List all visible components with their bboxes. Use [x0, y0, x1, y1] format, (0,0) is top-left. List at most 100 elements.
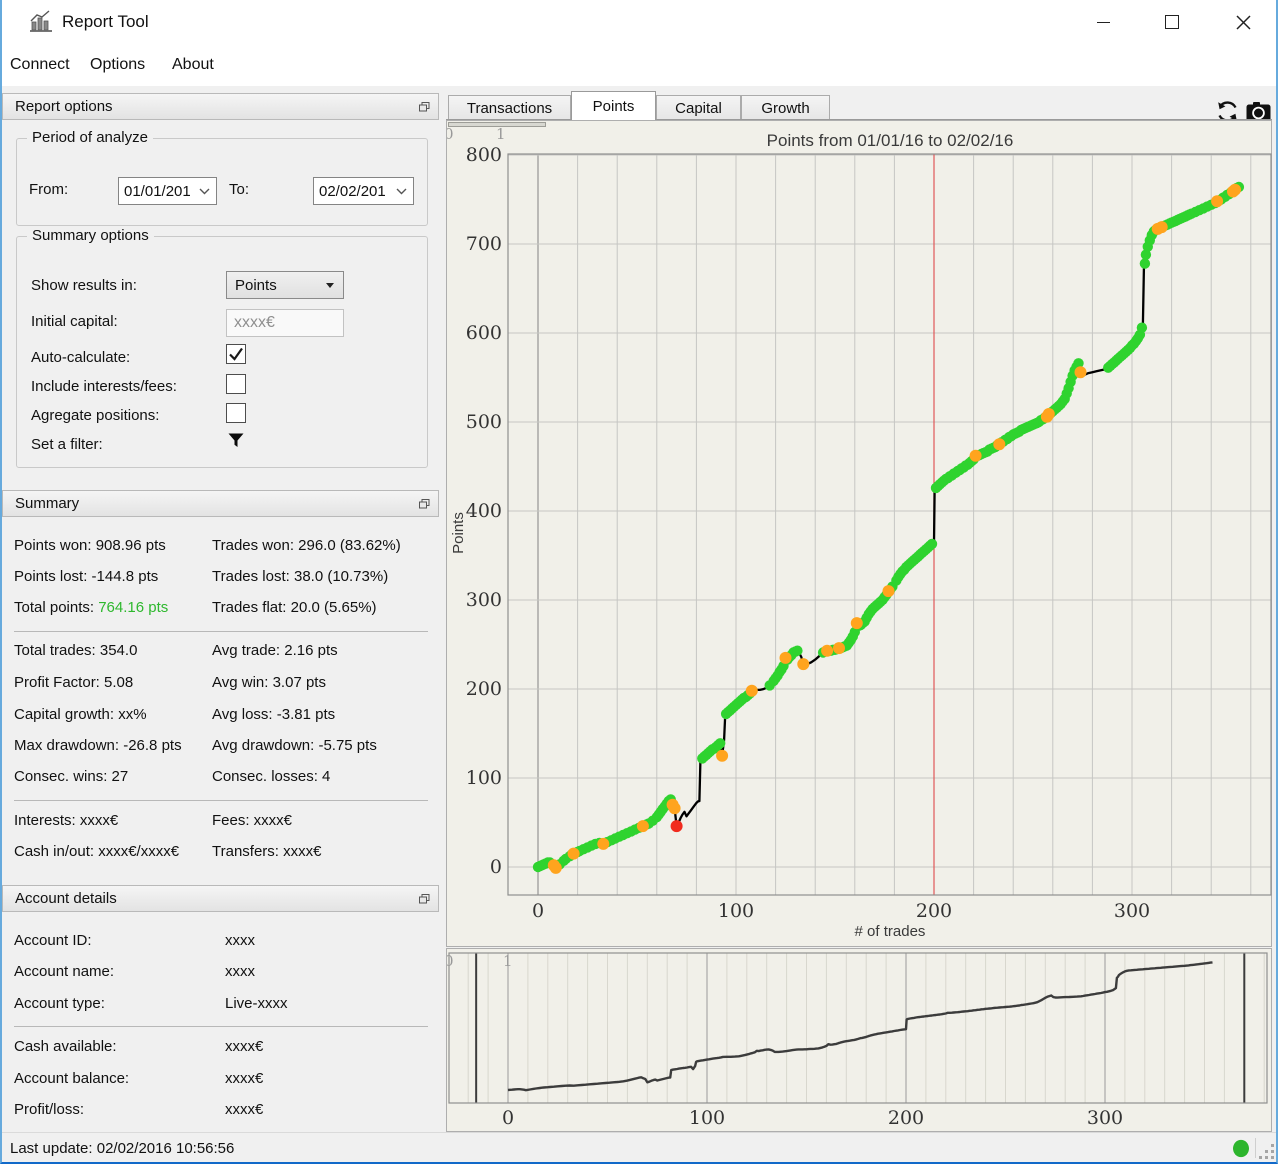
cash-inout-stat: Cash in/out: xxxx€/xxxx€	[14, 843, 180, 860]
trades-won-stat: Trades won: 296.0 (83.62%)	[212, 537, 401, 554]
points-won-stat: Points won: 908.96 pts	[14, 537, 166, 554]
avg-drawdown-stat: Avg drawdown: -5.75 pts	[212, 737, 377, 754]
svg-text:800: 800	[466, 144, 502, 166]
cash-available-label: Cash available:	[14, 1038, 117, 1055]
statusbar-separator	[1255, 1138, 1256, 1158]
aggregate-positions-checkbox[interactable]	[226, 403, 246, 423]
initial-capital-value: xxxx€	[234, 314, 275, 331]
points-chart-pane[interactable]: 0 100 200 300 400 500 600 700 800 0 100 200 300 Point…	[446, 120, 1272, 947]
avg-loss-stat: Avg loss: -3.81 pts	[212, 706, 336, 723]
dropdown-arrow-icon	[326, 282, 334, 288]
account-details-header: Account details	[2, 885, 439, 912]
overview-chart-pane[interactable]: 0 100 200 300 0 1	[446, 948, 1272, 1132]
report-options-header: Report options	[2, 93, 439, 120]
tab-transactions[interactable]: Transactions	[448, 95, 571, 120]
account-id-value: xxxx	[225, 932, 255, 949]
maximize-button[interactable]	[1149, 2, 1195, 42]
svg-text:0: 0	[502, 1107, 514, 1129]
initial-capital-label: Initial capital:	[31, 313, 118, 330]
total-points-value: 764.16 pts	[98, 599, 169, 616]
from-date-value: 01/01/201	[124, 182, 191, 200]
window-title: Report Tool	[62, 12, 149, 31]
consec-wins-stat: Consec. wins: 27	[14, 768, 129, 785]
chevron-down-icon	[199, 188, 210, 195]
trades-lost-stat: Trades lost: 38.0 (10.73%)	[212, 568, 389, 585]
auto-calculate-checkbox[interactable]	[226, 344, 246, 364]
consec-losses-stat: Consec. losses: 4	[212, 768, 331, 785]
trades-flat-stat: Trades flat: 20.0 (5.65%)	[212, 599, 377, 616]
svg-text:500: 500	[466, 411, 502, 433]
tab-points[interactable]: Points	[571, 91, 656, 120]
svg-text:0: 0	[490, 856, 502, 878]
svg-text:# of trades: # of trades	[855, 923, 926, 940]
points-lost-stat: Points lost: -144.8 pts	[14, 568, 159, 585]
account-balance-label: Account balance:	[14, 1070, 130, 1087]
from-date-combobox[interactable]: 01/01/201	[118, 177, 217, 205]
collapsed-splitter-handle[interactable]	[448, 122, 546, 127]
report-options-title: Report options	[15, 98, 113, 115]
to-date-value: 02/02/201	[319, 182, 386, 200]
statusbar: Last update: 02/02/2016 10:56:56	[0, 1132, 1278, 1164]
auto-calculate-label: Auto-calculate:	[31, 349, 131, 366]
to-date-combobox[interactable]: 02/02/201	[313, 177, 414, 205]
maximize-icon	[1165, 15, 1179, 29]
summary-header: Summary	[2, 490, 439, 517]
transfers-stat: Transfers: xxxx€	[212, 843, 322, 860]
account-balance-value: xxxx€	[225, 1070, 264, 1087]
max-drawdown-stat: Max drawdown: -26.8 pts	[14, 737, 182, 754]
tab-growth[interactable]: Growth	[741, 95, 830, 120]
show-results-value: Points	[235, 276, 277, 294]
svg-text:1: 1	[496, 125, 506, 143]
menu-connect[interactable]: Connect	[4, 50, 76, 80]
menu-about[interactable]: About	[166, 50, 220, 80]
tab-capital[interactable]: Capital	[656, 95, 741, 120]
svg-text:Points: Points	[450, 512, 467, 554]
account-type-value: Live-xxxx	[225, 995, 288, 1012]
account-details-title: Account details	[15, 890, 117, 907]
close-icon	[1235, 14, 1251, 30]
svg-text:0: 0	[447, 952, 454, 970]
include-fees-checkbox[interactable]	[226, 374, 246, 394]
divider	[14, 800, 428, 801]
interests-stat: Interests: xxxx€	[14, 812, 119, 829]
float-panel-icon[interactable]	[419, 498, 430, 509]
svg-text:300: 300	[1114, 900, 1150, 922]
minimize-button[interactable]	[1080, 2, 1126, 42]
divider	[14, 1026, 428, 1027]
profit-loss-label: Profit/loss:	[14, 1101, 85, 1118]
total-trades-stat: Total trades: 354.0	[14, 642, 138, 659]
account-name-value: xxxx	[225, 963, 255, 980]
fees-stat: Fees: xxxx€	[212, 812, 293, 829]
profit-factor-stat: Profit Factor: 5.08	[14, 674, 134, 691]
svg-text:300: 300	[466, 589, 502, 611]
menu-options[interactable]: Options	[84, 50, 151, 80]
account-name-label: Account name:	[14, 963, 115, 980]
summary-options-group: Summary options Show results in: Points …	[16, 227, 428, 468]
account-id-label: Account ID:	[14, 932, 92, 949]
svg-text:300: 300	[1087, 1107, 1123, 1129]
show-results-combobox[interactable]: Points	[226, 271, 344, 299]
profit-loss-value: xxxx€	[225, 1101, 264, 1118]
filter-button[interactable]	[228, 433, 244, 448]
period-of-analyze-group: Period of analyze From: 01/01/201 To: 02…	[16, 129, 428, 226]
divider	[14, 631, 428, 632]
svg-text:1: 1	[503, 952, 513, 970]
initial-capital-field[interactable]: xxxx€	[226, 309, 344, 337]
connection-status-icon	[1232, 1139, 1250, 1158]
svg-text:Points from 01/01/16 to 02/02/: Points from 01/01/16 to 02/02/16	[767, 131, 1014, 150]
cash-available-value: xxxx€	[225, 1038, 264, 1055]
close-button[interactable]	[1220, 2, 1266, 42]
show-results-label: Show results in:	[31, 277, 137, 294]
svg-text:400: 400	[466, 500, 502, 522]
avg-trade-stat: Avg trade: 2.16 pts	[212, 642, 338, 659]
points-chart[interactable]: 0 100 200 300 400 500 600 700 800 0 100 200 300 Point…	[447, 121, 1273, 948]
float-panel-icon[interactable]	[419, 101, 430, 112]
resize-grip[interactable]	[1258, 1143, 1276, 1161]
app-icon	[28, 9, 54, 35]
svg-text:700: 700	[466, 233, 502, 255]
from-label: From:	[29, 181, 69, 198]
float-panel-icon[interactable]	[419, 893, 430, 904]
overview-chart[interactable]: 0 100 200 300 0 1	[447, 949, 1273, 1133]
chevron-down-icon	[396, 188, 407, 195]
titlebar: Report Tool	[0, 0, 1278, 44]
